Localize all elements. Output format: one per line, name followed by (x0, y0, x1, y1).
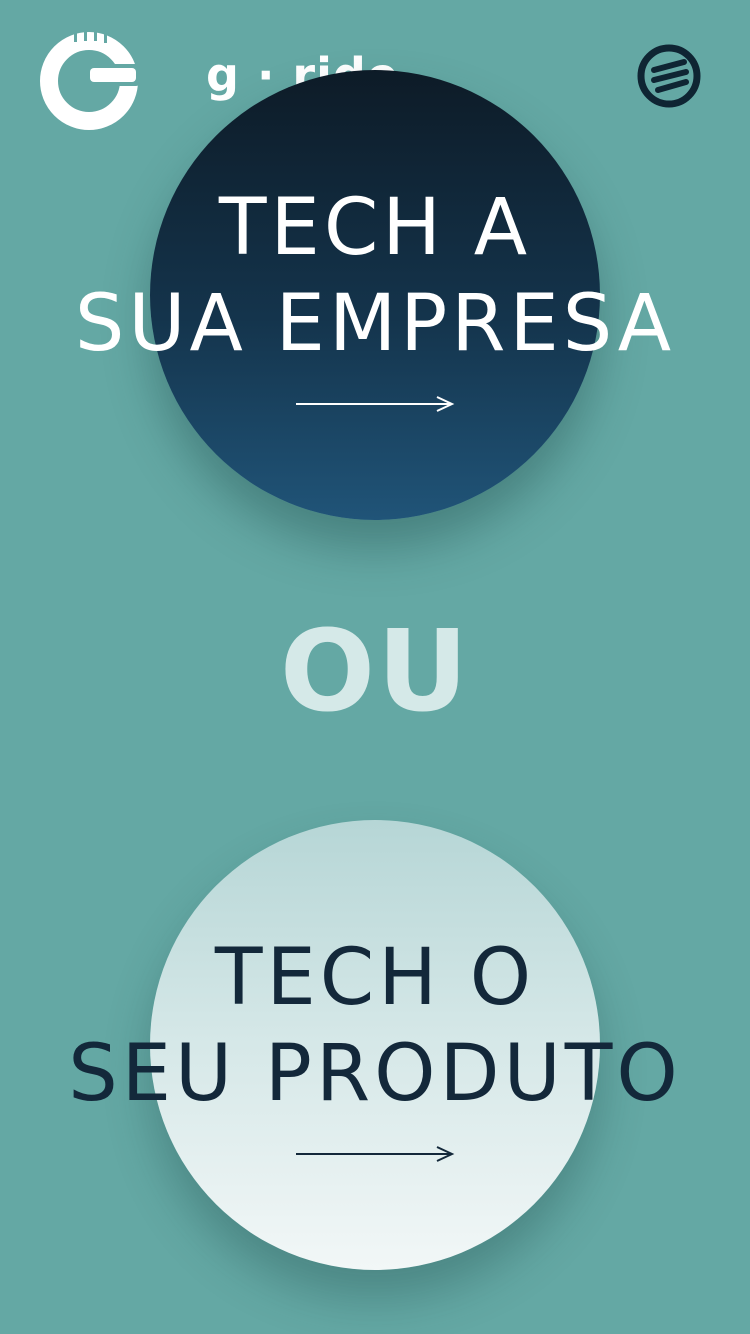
g-ride-logo-icon[interactable] (38, 30, 140, 132)
tech-product-link[interactable]: TECH O SEU PRODUTO (0, 930, 750, 1164)
tech-company-title-line1: TECH A (218, 183, 532, 273)
arrow-right-icon (296, 396, 455, 412)
tech-company-link[interactable]: TECH A SUA EMPRESA (0, 180, 750, 414)
tech-product-title-line2: SEU PRODUTO (68, 1029, 682, 1119)
or-divider-text: OU (279, 607, 471, 737)
tech-product-title-line1: TECH O (214, 933, 536, 1023)
arrow-right-icon (296, 1146, 455, 1162)
tech-company-title-line2: SUA EMPRESA (74, 279, 676, 369)
g-ride-menu-icon[interactable] (636, 43, 702, 109)
